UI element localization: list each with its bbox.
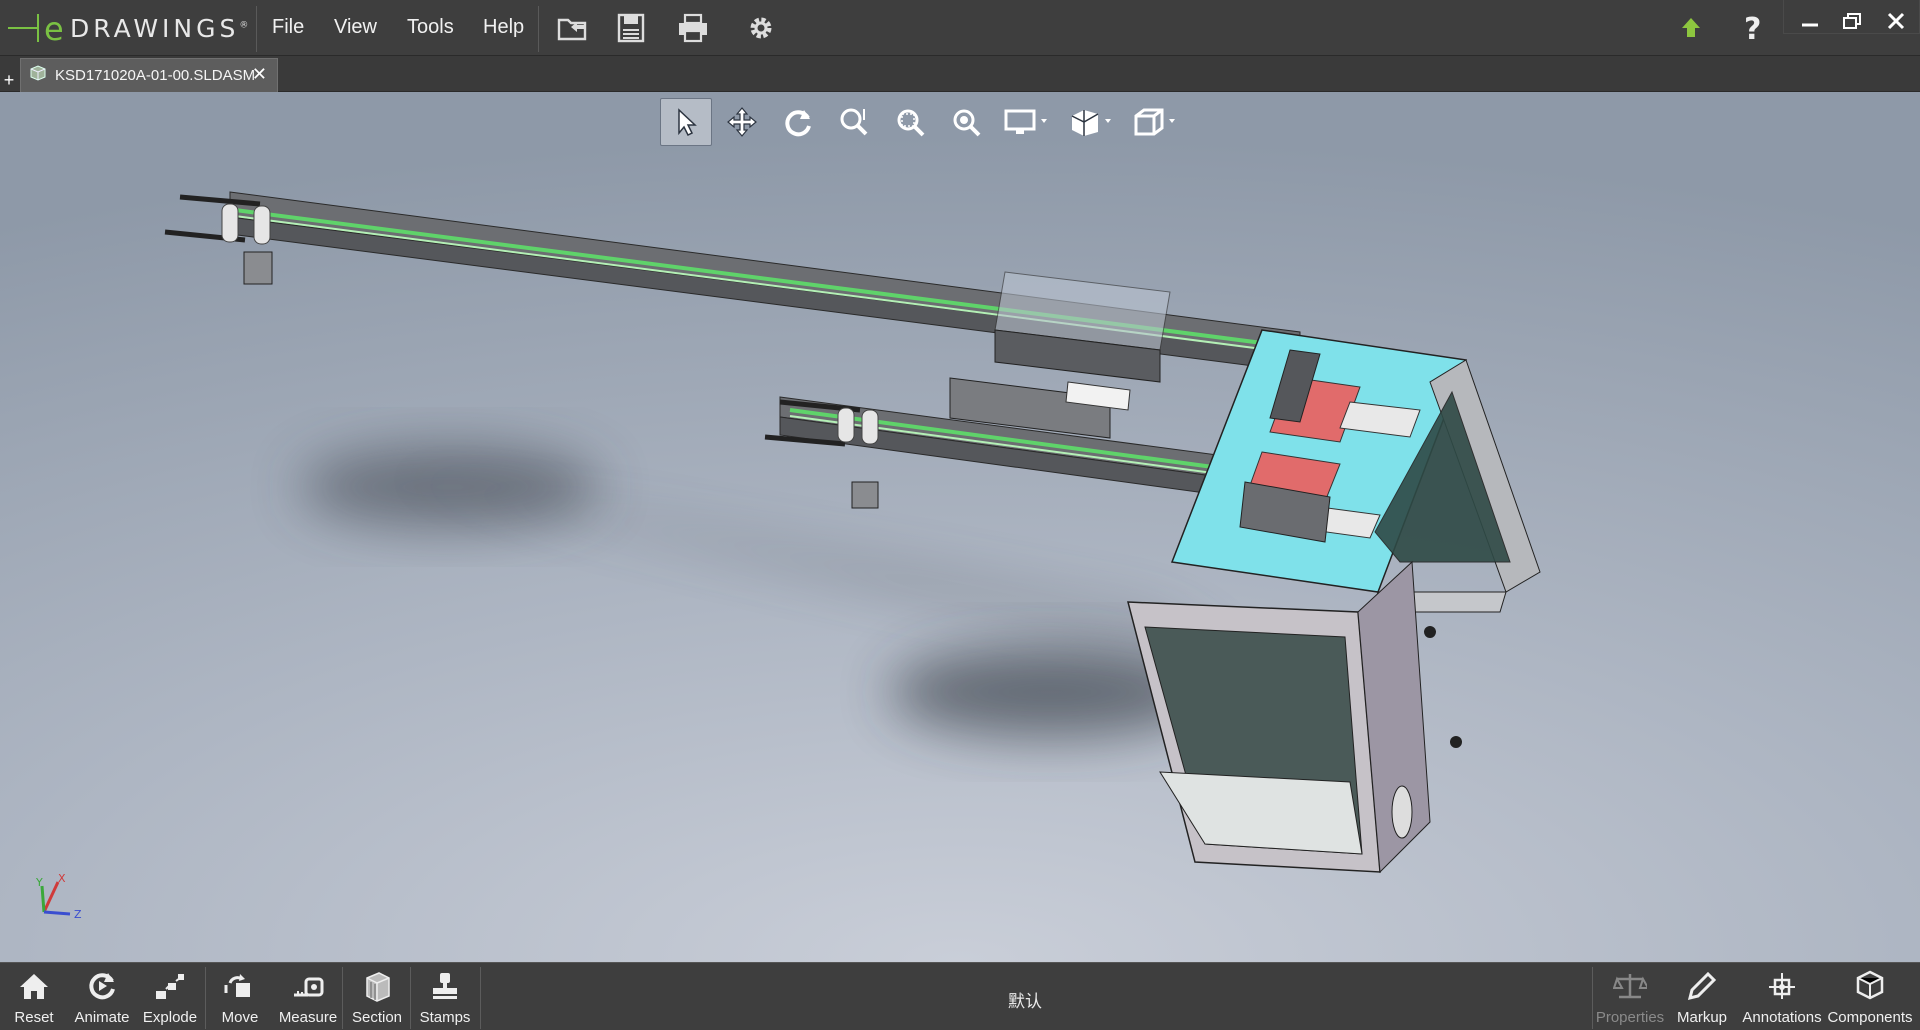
brand-name: DRAWINGS®: [70, 13, 253, 43]
zoom-to-fit-icon[interactable]: [828, 98, 880, 146]
new-tab-button[interactable]: +: [1, 70, 17, 90]
axis-z-label: Z: [74, 908, 82, 921]
restore-icon[interactable]: [1834, 6, 1870, 36]
properties-scale-icon: [1613, 963, 1647, 1009]
close-icon[interactable]: [1878, 6, 1914, 36]
properties-button[interactable]: Properties: [1596, 963, 1664, 1030]
axis-x-label: X: [58, 872, 66, 885]
title-bar: e DRAWINGS® File View Tools Help ?: [0, 0, 1920, 56]
settings-gear-icon[interactable]: [742, 10, 780, 46]
animate-button[interactable]: Animate: [68, 963, 136, 1030]
menu-tools[interactable]: Tools: [407, 16, 454, 39]
view-orientation-icon[interactable]: [1060, 98, 1120, 146]
assembly-icon: [29, 64, 47, 87]
save-icon[interactable]: [612, 10, 650, 46]
components-cube-icon: [1854, 963, 1886, 1009]
section-icon: [361, 963, 393, 1009]
menu-file[interactable]: File: [272, 16, 304, 39]
minimize-icon[interactable]: [1792, 6, 1828, 36]
stamps-icon: [429, 963, 461, 1009]
svg-text:e: e: [44, 10, 64, 48]
components-button[interactable]: Components: [1827, 963, 1913, 1030]
configuration-name[interactable]: 默认: [980, 987, 1070, 1012]
zoom-to-area-icon[interactable]: [884, 98, 936, 146]
select-pointer-icon[interactable]: [660, 98, 712, 146]
svg-text:?: ?: [1744, 13, 1761, 43]
3d-viewport[interactable]: X Y Z: [0, 92, 1920, 962]
axis-triad: X Y Z: [35, 872, 82, 921]
reset-button[interactable]: Reset: [0, 963, 68, 1030]
document-tab-bar: + KSD171020A-01-00.SLDASM ✕: [0, 56, 1920, 92]
move-icon: [224, 963, 256, 1009]
move-button[interactable]: Move: [206, 963, 274, 1030]
explode-icon: [154, 963, 186, 1009]
menu-help[interactable]: Help: [483, 16, 524, 39]
print-icon[interactable]: [674, 10, 712, 46]
measure-icon: [292, 963, 324, 1009]
pan-icon[interactable]: [716, 98, 768, 146]
markup-button[interactable]: Markup: [1668, 963, 1736, 1030]
stamps-button[interactable]: Stamps: [411, 963, 479, 1030]
bottom-toolbar: Reset Animate Explode Move Measure Secti…: [0, 962, 1920, 1030]
home-icon: [18, 963, 50, 1009]
annotations-icon: [1766, 963, 1798, 1009]
logo-mark-icon: e: [6, 6, 76, 50]
explode-button[interactable]: Explode: [136, 963, 204, 1030]
animate-icon: [86, 963, 118, 1009]
menu-view[interactable]: View: [334, 16, 377, 39]
annotations-button[interactable]: Annotations: [1742, 963, 1822, 1030]
measure-button[interactable]: Measure: [274, 963, 342, 1030]
tab-close-icon[interactable]: ✕: [252, 64, 267, 85]
edrawings-logo: e DRAWINGS®: [6, 6, 250, 50]
view-toolbar: [660, 96, 1184, 148]
open-folder-icon[interactable]: [554, 10, 592, 46]
section-button[interactable]: Section: [343, 963, 411, 1030]
help-question-icon[interactable]: ?: [1733, 10, 1771, 46]
zoom-in-out-icon[interactable]: [940, 98, 992, 146]
view-cube-icon[interactable]: [1124, 98, 1184, 146]
window-controls: [1783, 0, 1920, 34]
upgrade-arrow-icon[interactable]: [1672, 10, 1710, 46]
axis-y-label: Y: [35, 876, 43, 889]
rotate-icon[interactable]: [772, 98, 824, 146]
tab-document[interactable]: KSD171020A-01-00.SLDASM ✕: [20, 58, 278, 92]
display-style-icon[interactable]: [996, 98, 1056, 146]
tab-document-label: KSD171020A-01-00.SLDASM: [55, 67, 256, 84]
markup-pen-icon: [1686, 963, 1718, 1009]
assembly-model[interactable]: [0, 92, 1920, 962]
